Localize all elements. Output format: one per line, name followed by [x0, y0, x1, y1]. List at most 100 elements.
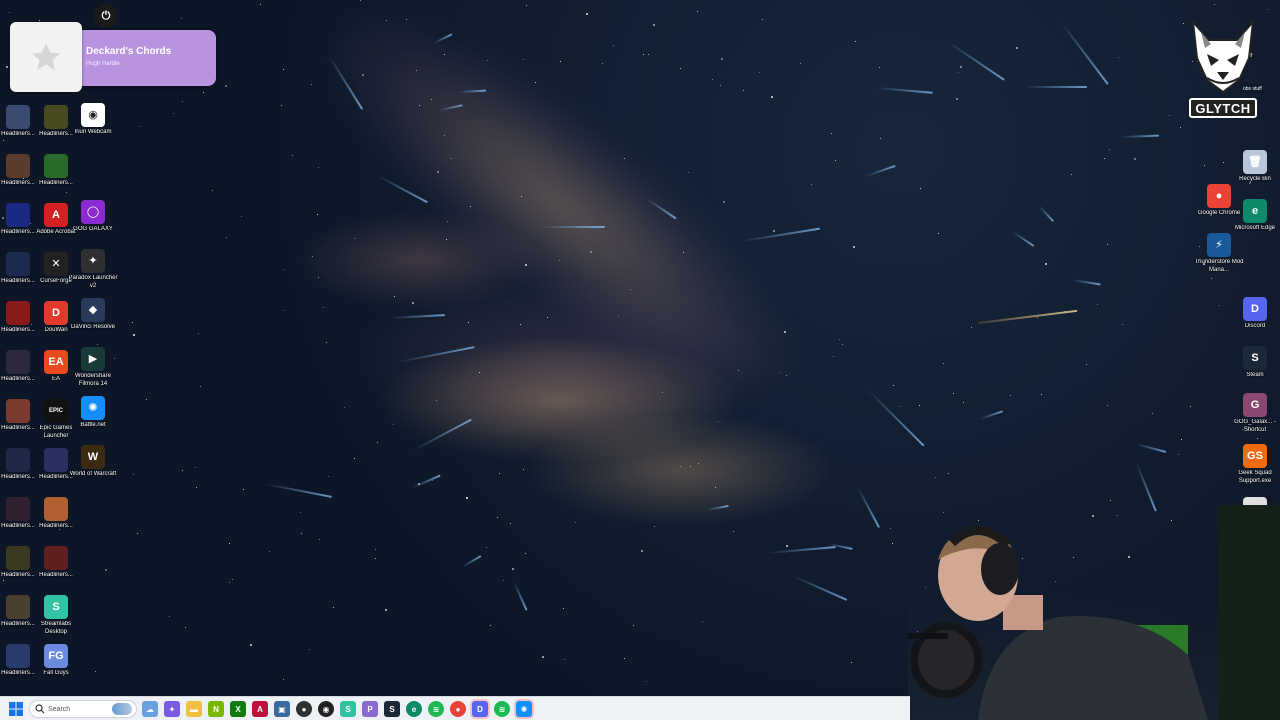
- taskbar-obs-icon[interactable]: ●: [296, 701, 312, 717]
- taskbar-chrome-icon[interactable]: ●: [450, 701, 466, 717]
- star: [712, 79, 713, 80]
- desktop-icon-gog-galaxy[interactable]: ◯ GOG GALAXY: [69, 200, 117, 246]
- star: [1214, 4, 1215, 5]
- star: [938, 233, 939, 234]
- star: [226, 237, 227, 238]
- desktop-icon-headliners[interactable]: Headliners...: [32, 154, 80, 200]
- desktop-icon-recycle-bin[interactable]: 🗑 Recycle Bin: [1231, 150, 1279, 196]
- taskbar-github-icon[interactable]: ◉: [318, 701, 334, 717]
- star: [811, 184, 812, 185]
- desktop-icon-label: World of Warcraft: [69, 471, 117, 477]
- taskbar-steam-icon[interactable]: S: [384, 701, 400, 717]
- star: [648, 54, 649, 55]
- taskbar-copilot-icon[interactable]: ✦: [164, 701, 180, 717]
- desktop-icon-discord[interactable]: D Discord: [1231, 297, 1279, 343]
- desktop-icon-fall-guys[interactable]: FG Fall Guys: [32, 644, 80, 690]
- start-button[interactable]: [8, 701, 24, 717]
- desktop-icon-geek-squad-support-exe[interactable]: GS Geek Squad Support.exe: [1231, 444, 1279, 490]
- headliners-icon: [44, 546, 68, 570]
- star: [800, 63, 801, 64]
- star: [720, 85, 721, 86]
- star: [1037, 317, 1038, 318]
- media-notification-panel: [70, 30, 216, 86]
- star: [394, 296, 395, 297]
- desktop-icon-steam[interactable]: S Steam: [1231, 346, 1279, 392]
- star: [1041, 394, 1042, 395]
- star: [762, 19, 763, 20]
- taskbar-xbox-icon[interactable]: X: [230, 701, 246, 717]
- star: [260, 4, 261, 5]
- geek-squad-support-exe-icon: GS: [1243, 444, 1267, 468]
- star: [196, 487, 197, 488]
- meteor-streak: [397, 346, 475, 363]
- taskbar-spotify-alt-icon[interactable]: ≋: [494, 701, 510, 717]
- gog-galax-shortcut-icon: G: [1243, 393, 1267, 417]
- taskbar-nvidia-icon[interactable]: N: [208, 701, 224, 717]
- star: [301, 533, 302, 534]
- star: [436, 400, 437, 401]
- taskbar-affinity-icon[interactable]: A: [252, 701, 268, 717]
- star: [842, 344, 843, 345]
- taskbar-widgets-icon[interactable]: ☁: [142, 701, 158, 717]
- desktop-icon-iriun-webcam[interactable]: ◉ Iriun Webcam: [69, 103, 117, 149]
- meteor-streak: [411, 474, 441, 489]
- meteor-streak: [867, 389, 925, 447]
- star: [1045, 263, 1047, 265]
- taskbar-discord-icon[interactable]: D: [472, 701, 488, 717]
- headliners-icon: [6, 203, 30, 227]
- taskbar-edge-icon[interactable]: e: [406, 701, 422, 717]
- star: [523, 59, 524, 60]
- star: [880, 138, 881, 139]
- star: [535, 82, 536, 83]
- star: [447, 221, 448, 222]
- meteor-streak: [1071, 279, 1101, 286]
- desktop-icon-gog-galax-shortcut[interactable]: G GOG_Galax... - Shortcut: [1231, 393, 1279, 439]
- star: [683, 252, 684, 253]
- desktop-icon-label: GOG_Galax... - Shortcut: [1234, 419, 1276, 433]
- star: [1086, 364, 1087, 365]
- star: [139, 126, 140, 127]
- desktop-icon-world-of-warcraft[interactable]: W World of Warcraft: [69, 445, 117, 491]
- star: [212, 190, 213, 191]
- star: [855, 41, 856, 42]
- star: [354, 238, 355, 239]
- star: [1180, 127, 1181, 128]
- desktop-icon-wondershare-filmora-14[interactable]: ▶ Wondershare Filmora 14: [69, 347, 117, 393]
- star: [466, 497, 468, 499]
- taskbar-streamlabs-icon[interactable]: S: [340, 701, 356, 717]
- desktop-icon-headliners[interactable]: Headliners...: [32, 546, 80, 592]
- star: [283, 69, 284, 70]
- star: [835, 160, 836, 161]
- iriun-webcam-icon: ◉: [81, 103, 105, 127]
- star: [375, 549, 376, 550]
- taskbar-search-box[interactable]: [29, 700, 137, 718]
- star: [953, 393, 954, 394]
- recycle-bin-icon: 🗑: [1243, 150, 1267, 174]
- meteor-streak: [767, 546, 836, 554]
- desktop-icon-streamlabs-desktop[interactable]: S Streamlabs Desktop: [32, 595, 80, 641]
- headliners-icon: [44, 448, 68, 472]
- taskbar-spotify-icon[interactable]: ≋: [428, 701, 444, 717]
- desktop-icon-paradox-launcher-v2[interactable]: ✦ Paradox Launcher v2: [68, 249, 118, 295]
- taskbar-file-explorer-icon[interactable]: ▬: [186, 701, 202, 717]
- desktop-icon-headliners[interactable]: Headliners...: [32, 497, 80, 543]
- star: [697, 11, 698, 12]
- star: [780, 372, 781, 373]
- star: [437, 171, 439, 173]
- star: [890, 528, 891, 529]
- star: [1268, 9, 1269, 10]
- media-notification[interactable]: Deckard's Chords Hugh Hardie: [10, 22, 216, 92]
- taskbar-battlenet-icon[interactable]: ✺: [516, 701, 532, 717]
- meteor-streak: [264, 483, 332, 498]
- taskbar-app-icon[interactable]: ▣: [274, 701, 290, 717]
- star: [773, 230, 775, 232]
- star: [198, 333, 199, 334]
- star: [721, 58, 723, 60]
- desktop-icon-microsoft-edge[interactable]: e Microsoft Edge: [1231, 199, 1279, 245]
- star: [284, 310, 285, 311]
- search-input[interactable]: [48, 703, 108, 715]
- taskbar-playnite-icon[interactable]: P: [362, 701, 378, 717]
- desktop-icon-davinci-resolve[interactable]: ◆ DaVinci Resolve: [69, 298, 117, 344]
- desktop-icon-battle-net[interactable]: ✺ Battle.net: [69, 396, 117, 442]
- desktop-icon-label: Headliners...: [39, 180, 73, 186]
